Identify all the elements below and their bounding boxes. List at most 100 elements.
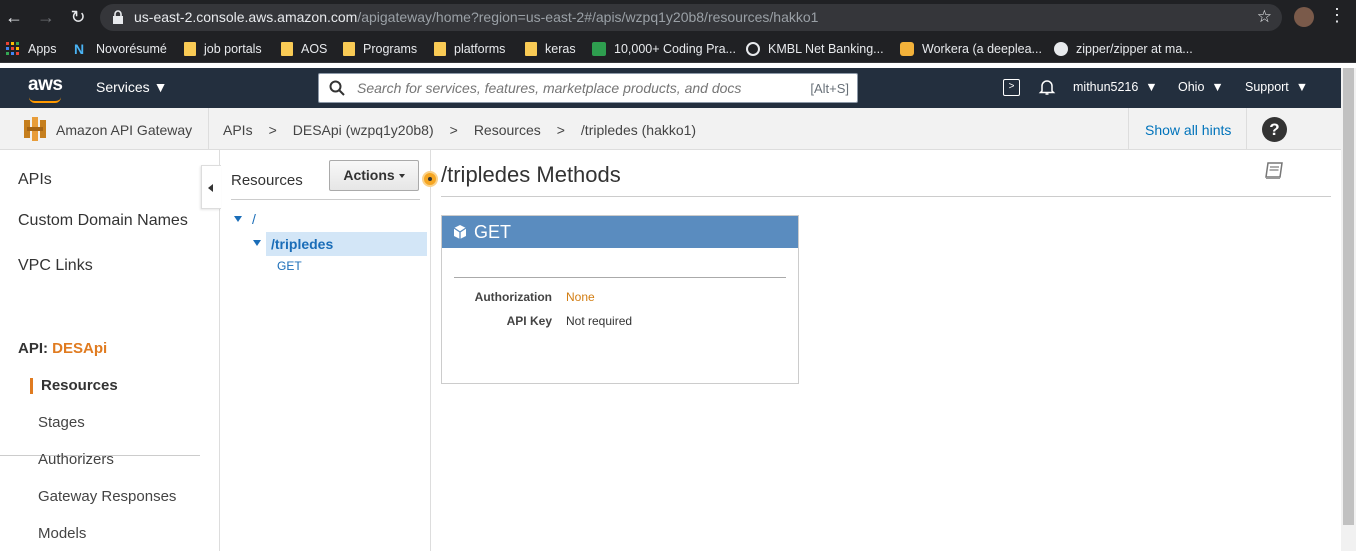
globe-icon — [746, 42, 760, 56]
folder-icon — [184, 42, 196, 56]
workera-icon — [900, 42, 914, 56]
sidebar-item-resources[interactable]: Resources — [41, 377, 118, 394]
sidebar-item-custom-domain-names[interactable]: Custom Domain Names — [18, 212, 188, 230]
bookmark-label: KMBL Net Banking... — [768, 42, 884, 56]
aws-logo[interactable]: aws — [28, 74, 63, 96]
method-name: GET — [474, 222, 512, 242]
bookmark-novoresume[interactable]: N Novorésumé — [74, 41, 167, 57]
tree-root[interactable]: / — [252, 211, 256, 227]
bookmark-label: AOS — [301, 42, 328, 56]
page-title: /tripledes Methods — [441, 162, 621, 187]
resources-title: Resources — [231, 172, 303, 189]
apps-grid-icon — [6, 42, 19, 55]
browser-menu-icon[interactable]: ⋮ — [1328, 5, 1346, 26]
bookmark-job-portals[interactable]: job portals — [184, 41, 262, 57]
support-label: Support — [1245, 80, 1289, 94]
caret-left-icon — [208, 184, 213, 192]
sidebar-item-vpc-links[interactable]: VPC Links — [18, 257, 93, 275]
search-shortcut: [Alt+S] — [810, 81, 849, 96]
search-box[interactable]: [Alt+S] — [318, 73, 858, 103]
crumb-separator: > — [268, 122, 277, 138]
url-text: us-east-2.console.aws.amazon.com/apigate… — [134, 9, 819, 25]
api-prefix: API: — [18, 340, 48, 357]
tree-expand-icon[interactable] — [234, 216, 242, 222]
bookmark-keras[interactable]: keras — [525, 41, 576, 57]
scrollbar-thumb[interactable] — [1343, 68, 1354, 525]
collapse-sidebar-button[interactable] — [201, 165, 221, 209]
service-name[interactable]: Amazon API Gateway — [56, 122, 192, 138]
folder-icon — [434, 42, 446, 56]
forward-arrow-icon[interactable]: → — [34, 5, 58, 29]
api-gateway-logo-icon — [24, 117, 46, 141]
book-icon[interactable] — [1264, 162, 1284, 180]
sidebar-item-apis[interactable]: APIs — [18, 171, 52, 189]
handle-center — [428, 177, 432, 181]
method-card[interactable]: GET Authorization None API Key Not requi… — [441, 215, 799, 384]
bookmark-programs[interactable]: Programs — [343, 41, 417, 57]
region-menu[interactable]: Ohio ▼ — [1178, 80, 1224, 94]
aws-smile-icon — [29, 97, 61, 103]
bookmark-label: Programs — [363, 42, 418, 56]
github-icon — [1054, 42, 1068, 56]
support-menu[interactable]: Support ▼ — [1245, 80, 1308, 94]
coding-site-icon — [592, 42, 606, 56]
bookmark-star-icon[interactable]: ☆ — [1257, 7, 1272, 27]
actions-label: Actions — [343, 167, 395, 183]
tree-expand-icon[interactable] — [253, 240, 261, 246]
breadcrumb: Amazon API Gateway APIs > DESApi (wzpq1y20… — [0, 108, 1341, 150]
help-icon[interactable]: ? — [1262, 117, 1287, 142]
bookmark-label: platforms — [454, 42, 506, 56]
account-menu[interactable]: mithun5216 ▼ — [1073, 80, 1158, 94]
show-hints-link[interactable]: Show all hints — [1145, 122, 1231, 138]
tree-method[interactable]: GET — [277, 259, 302, 273]
back-arrow-icon[interactable]: ← — [2, 5, 26, 29]
bookmark-aos[interactable]: AOS — [281, 41, 327, 57]
sidebar-item-models[interactable]: Models — [38, 525, 86, 542]
sidebar-item-authorizers[interactable]: Authorizers — [38, 451, 114, 468]
bookmark-label: Workera (a deeplea... — [922, 42, 1042, 56]
services-menu[interactable]: Services ▼ — [96, 79, 167, 95]
api-heading: API: DESApi — [18, 340, 107, 357]
divider — [208, 108, 209, 150]
bookmark-label: 10,000+ Coding Pra... — [614, 42, 736, 56]
divider — [231, 199, 420, 200]
method-header[interactable]: GET — [442, 216, 798, 248]
sidebar-item-gateway-responses[interactable]: Gateway Responses — [38, 488, 176, 505]
reload-icon[interactable]: ↻ — [66, 5, 90, 29]
bookmark-label: job portals — [204, 42, 262, 56]
search-icon — [329, 80, 345, 96]
api-name[interactable]: DESApi — [52, 340, 107, 357]
bookmarks-bar: Apps N Novorésumé job portals AOS Progra… — [0, 35, 1356, 63]
bookmark-workera[interactable]: Workera (a deeplea... — [900, 41, 1042, 57]
address-bar[interactable]: us-east-2.console.aws.amazon.com/apigate… — [100, 4, 1282, 31]
bookmark-apps[interactable]: Apps — [6, 41, 57, 57]
breadcrumb-path: APIs > DESApi (wzpq1y20b8) > Resources > /trip… — [223, 122, 712, 138]
bell-icon[interactable] — [1038, 78, 1056, 96]
sidebar-item-stages[interactable]: Stages — [38, 414, 85, 431]
bookmark-label: keras — [545, 42, 576, 56]
crumb-resources[interactable]: Resources — [474, 122, 541, 138]
bookmark-zipper[interactable]: zipper/zipper at ma... — [1054, 41, 1193, 57]
tree-resource[interactable]: /tripledes — [271, 236, 333, 252]
profile-avatar[interactable] — [1294, 7, 1314, 27]
cloudshell-icon[interactable]: > — [1003, 79, 1020, 96]
folder-icon — [343, 42, 355, 56]
bookmark-kmbl[interactable]: KMBL Net Banking... — [746, 41, 884, 57]
crumb-separator: > — [449, 122, 458, 138]
crumb-api[interactable]: DESApi (wzpq1y20b8) — [293, 122, 434, 138]
crumb-apis[interactable]: APIs — [223, 122, 253, 138]
divider — [1246, 108, 1247, 150]
novoresume-icon: N — [74, 41, 85, 57]
bookmark-platforms[interactable]: platforms — [434, 41, 505, 57]
authorization-value: None — [566, 290, 595, 304]
resize-handle-icon[interactable] — [422, 171, 438, 187]
folder-icon — [281, 42, 293, 56]
bookmark-label: zipper/zipper at ma... — [1076, 42, 1193, 56]
bookmark-coding-practice[interactable]: 10,000+ Coding Pra... — [592, 41, 736, 57]
authorization-label: Authorization — [474, 290, 552, 304]
api-key-label: API Key — [506, 314, 552, 328]
divider — [441, 196, 1331, 197]
search-input[interactable] — [355, 78, 775, 98]
actions-button[interactable]: Actions — [329, 160, 419, 191]
divider — [454, 277, 786, 278]
